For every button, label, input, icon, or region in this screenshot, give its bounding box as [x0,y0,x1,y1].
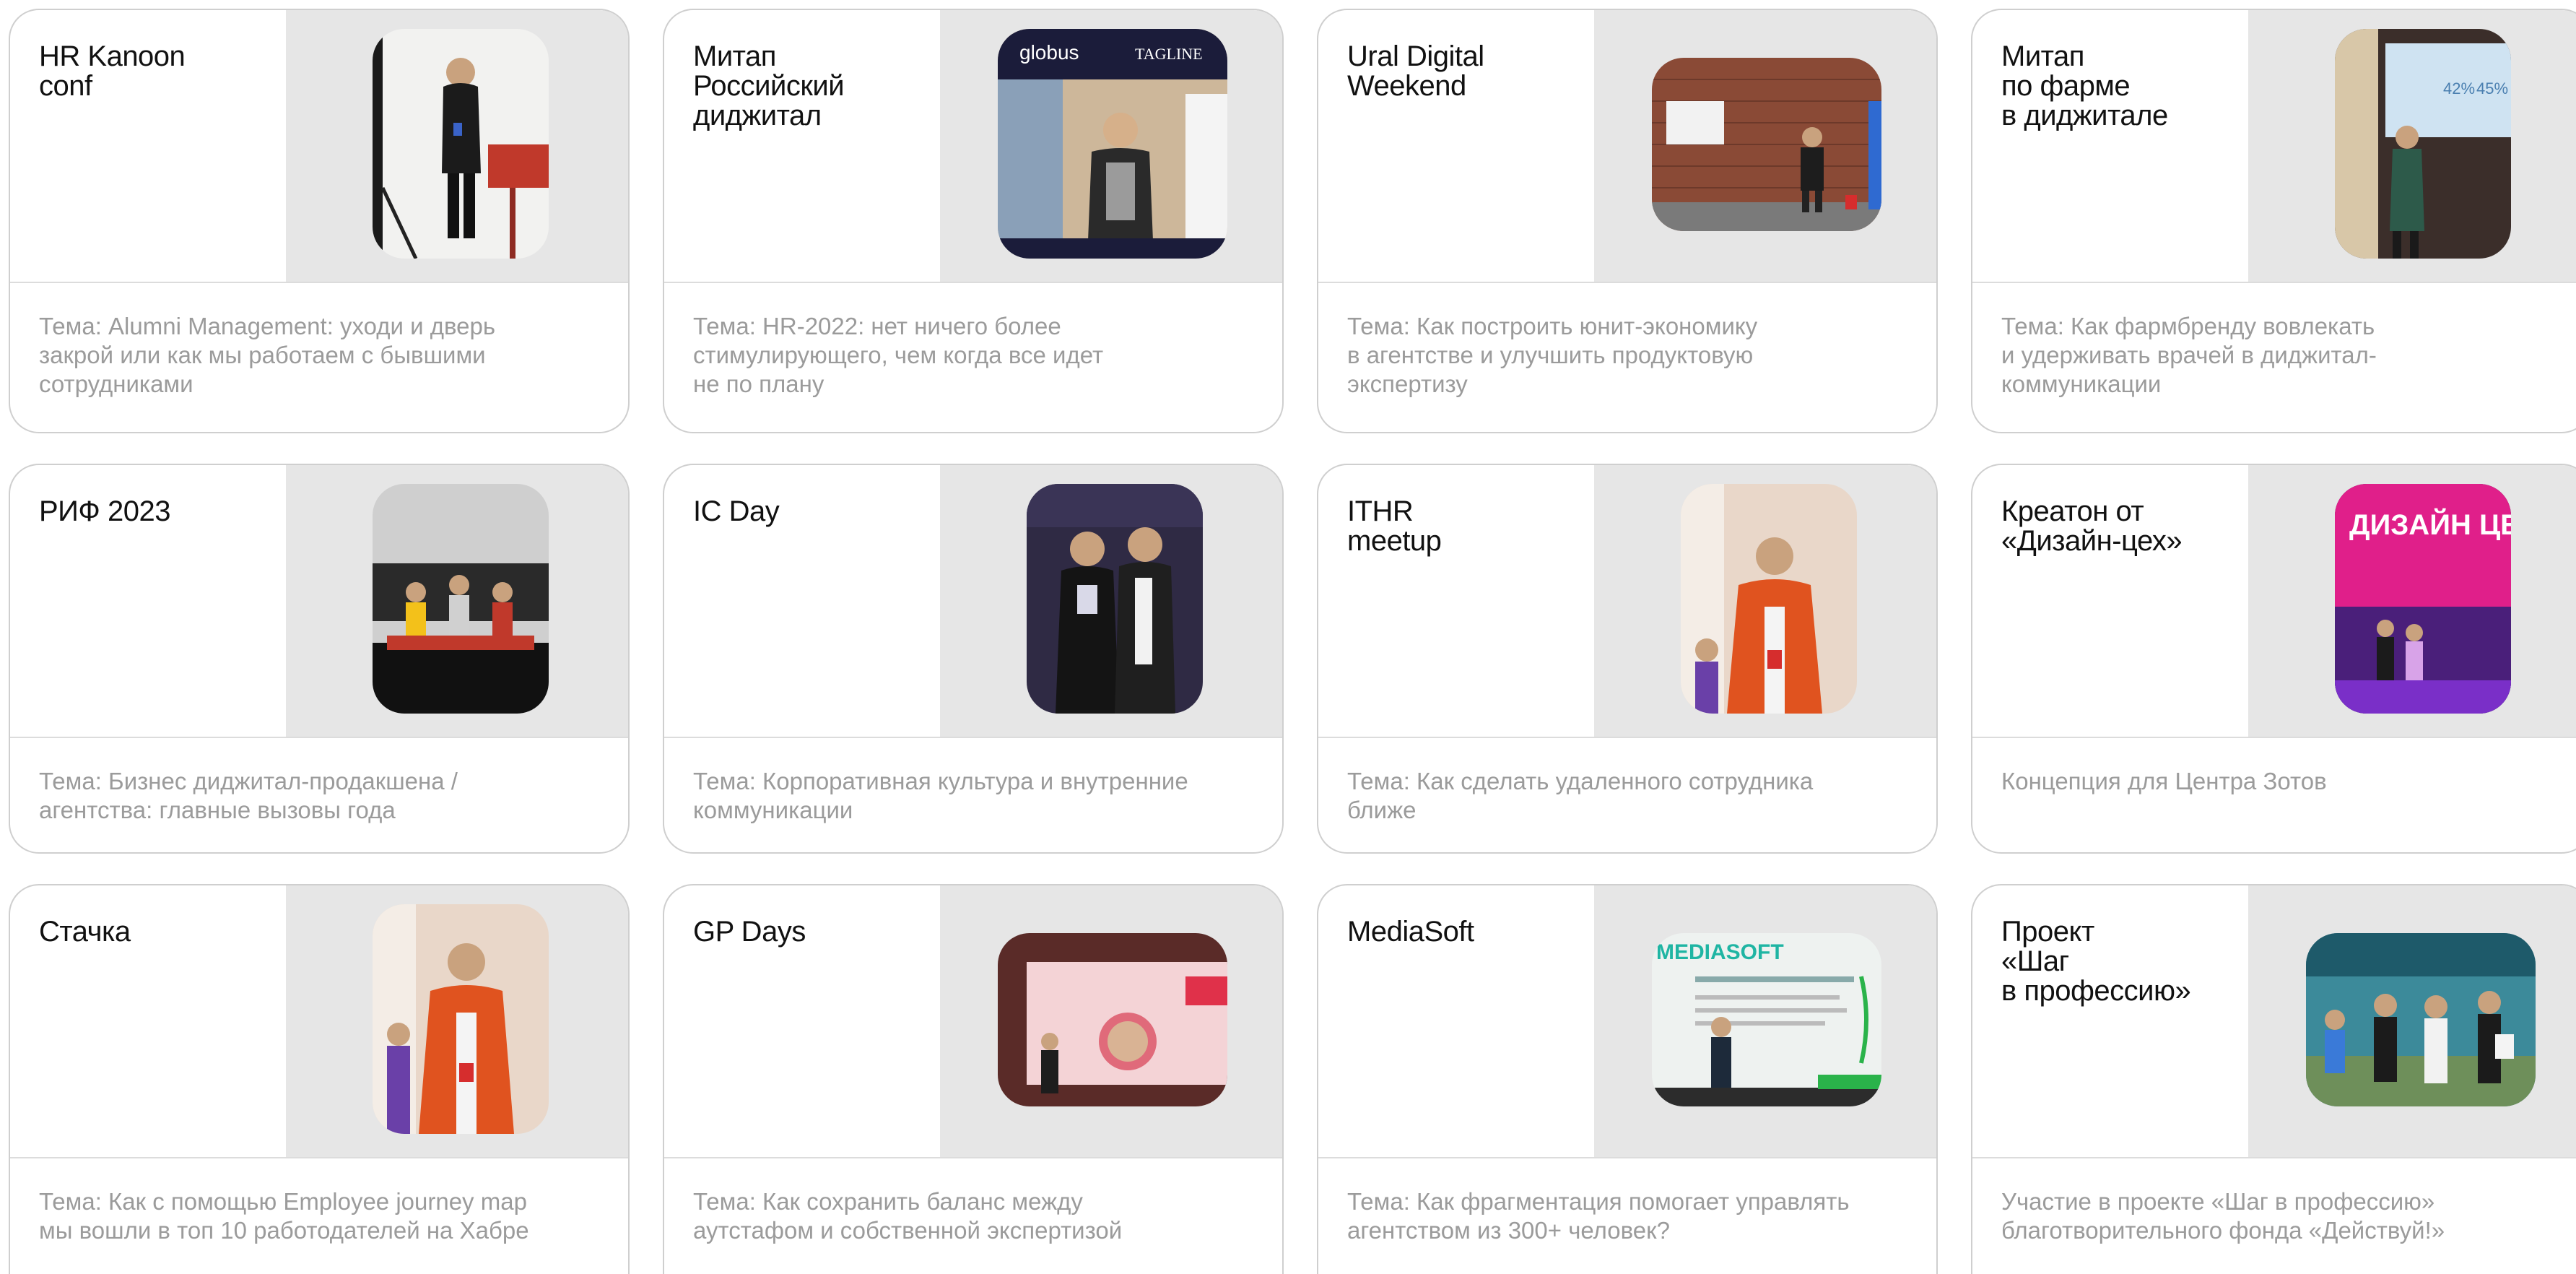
events-grid: HR Kanoon conf Тема: Alumni Management: … [9,9,2576,1274]
award-ceremony-photo [2306,933,2536,1106]
event-card[interactable]: Ural Digital Weekend Тема: Как построить… [1317,9,1938,433]
card-header: Митап Российский диджитал globus TAGLINE [664,10,1282,283]
photo-panel [286,465,628,737]
event-topic: Тема: Как с помощью Employee journey map… [39,1188,529,1244]
event-card[interactable]: HR Kanoon conf Тема: Alumni Management: … [9,9,630,433]
event-card[interactable]: Митап Российский диджитал globus TAGLINE [663,9,1284,433]
event-topic: Тема: Корпоративная культура и внутренни… [693,768,1188,823]
photo-panel [286,885,628,1157]
event-card[interactable]: Стачка Тема: Как с помощью Employee jour… [9,884,630,1274]
mediasoft-logo-text: MEDIASOFT [1656,940,1784,964]
photo-panel [940,465,1282,737]
event-title: Проект «Шаг в профессию» [2001,916,2191,1007]
event-card[interactable]: РИФ 2023 Тема: Бизнес диджитал-продакшен… [9,464,630,854]
event-card[interactable]: Митап по фарме в диджитале 42% 45% Тема:… [1971,9,2576,433]
photo-panel: ДИЗАЙН ЦЕХ [2248,465,2576,737]
tagline-logo-text: TAGLINE [1135,45,1203,63]
event-topic: Тема: Как сохранить баланс между аутстаф… [693,1188,1123,1244]
card-header: IC Day [664,465,1282,738]
event-title: ITHR meetup [1347,495,1442,557]
card-header: Проект «Шаг в профессию» [1972,885,2576,1158]
card-header: Стачка [10,885,628,1158]
event-topic: Участие в проекте «Шаг в профессию» благ… [2001,1188,2445,1244]
event-title: Ural Digital Weekend [1347,40,1484,102]
speaker-at-screen-photo: 42% 45% [2335,29,2511,259]
event-title: Митап Российский диджитал [693,40,845,131]
event-card[interactable]: IC Day Тема: Корпоративная культура и вн… [663,464,1284,854]
card-header: ITHR meetup [1318,465,1936,738]
globus-logo-text: globus [1019,41,1079,64]
card-header: GP Days [664,885,1282,1158]
event-card[interactable]: ITHR meetup Тема: Как сделать удаленного… [1317,464,1938,854]
card-header: РИФ 2023 [10,465,628,738]
mediasoft-conference-photo: MEDIASOFT [1652,933,1881,1106]
event-title: MediaSoft [1347,916,1474,948]
event-title: РИФ 2023 [39,495,170,527]
event-topic: Тема: HR-2022: нет ничего более стимулир… [693,313,1104,397]
speaker-with-mic-photo: globus TAGLINE [998,29,1227,259]
panel-discussion-photo [373,484,549,714]
photo-panel: globus TAGLINE [940,10,1282,282]
speaker-at-brick-wall-photo [1652,58,1881,231]
card-header: HR Kanoon conf [10,10,628,283]
event-topic: Концепция для Центра Зотов [2001,768,2327,794]
speaker-orange-jacket-photo [1681,484,1857,714]
svg-text:42%: 42% [2443,79,2475,98]
event-card[interactable]: Проект «Шаг в профессию» Участие в проек… [1971,884,2576,1274]
speaker-at-pink-screen-photo [998,933,1227,1106]
photo-panel [1594,465,1936,737]
photo-panel [1594,10,1936,282]
event-topic: Тема: Бизнес диджитал-продакшена / агент… [39,768,458,823]
speaker-orange-jacket-photo [373,904,549,1134]
photo-panel [286,10,628,282]
two-women-photo [1027,484,1203,714]
event-card[interactable]: GP Days Тема: Как сохранить баланс между… [663,884,1284,1274]
event-title: Креатон от «Дизайн-цех» [2001,495,2183,557]
event-topic: Тема: Как построить юнит-экономику в аге… [1347,313,1758,397]
photo-panel: MEDIASOFT [1594,885,1936,1157]
speaker-with-mic-photo [373,29,549,259]
card-header: Ural Digital Weekend [1318,10,1936,283]
design-event-stage-photo: ДИЗАЙН ЦЕХ [2335,484,2511,714]
event-topic: Тема: Как сделать удаленного сотрудника … [1347,768,1814,823]
event-card[interactable]: MediaSoft MEDIASOFT Тема: Как фрагментац… [1317,884,1938,1274]
card-header: Креатон от «Дизайн-цех» ДИЗАЙН ЦЕХ [1972,465,2576,738]
card-header: Митап по фарме в диджитале 42% 45% [1972,10,2576,283]
event-topic: Тема: Alumni Management: уходи и дверь з… [39,313,496,397]
svg-text:45%: 45% [2476,79,2508,98]
design-event-logo-text: ДИЗАЙН ЦЕХ [2349,508,2511,541]
event-topic: Тема: Как фармбренду вовлекать и удержив… [2001,313,2377,397]
event-title: Стачка [39,916,131,948]
card-header: MediaSoft MEDIASOFT [1318,885,1936,1158]
photo-panel [940,885,1282,1157]
photo-panel: 42% 45% [2248,10,2576,282]
event-title: Митап по фарме в диджитале [2001,40,2168,131]
event-title: IC Day [693,495,780,527]
event-title: HR Kanoon conf [39,40,186,102]
event-title: GP Days [693,916,806,948]
event-topic: Тема: Как фрагментация помогает управлят… [1347,1188,1850,1244]
photo-panel [2248,885,2576,1157]
event-card[interactable]: Креатон от «Дизайн-цех» ДИЗАЙН ЦЕХ [1971,464,2576,854]
